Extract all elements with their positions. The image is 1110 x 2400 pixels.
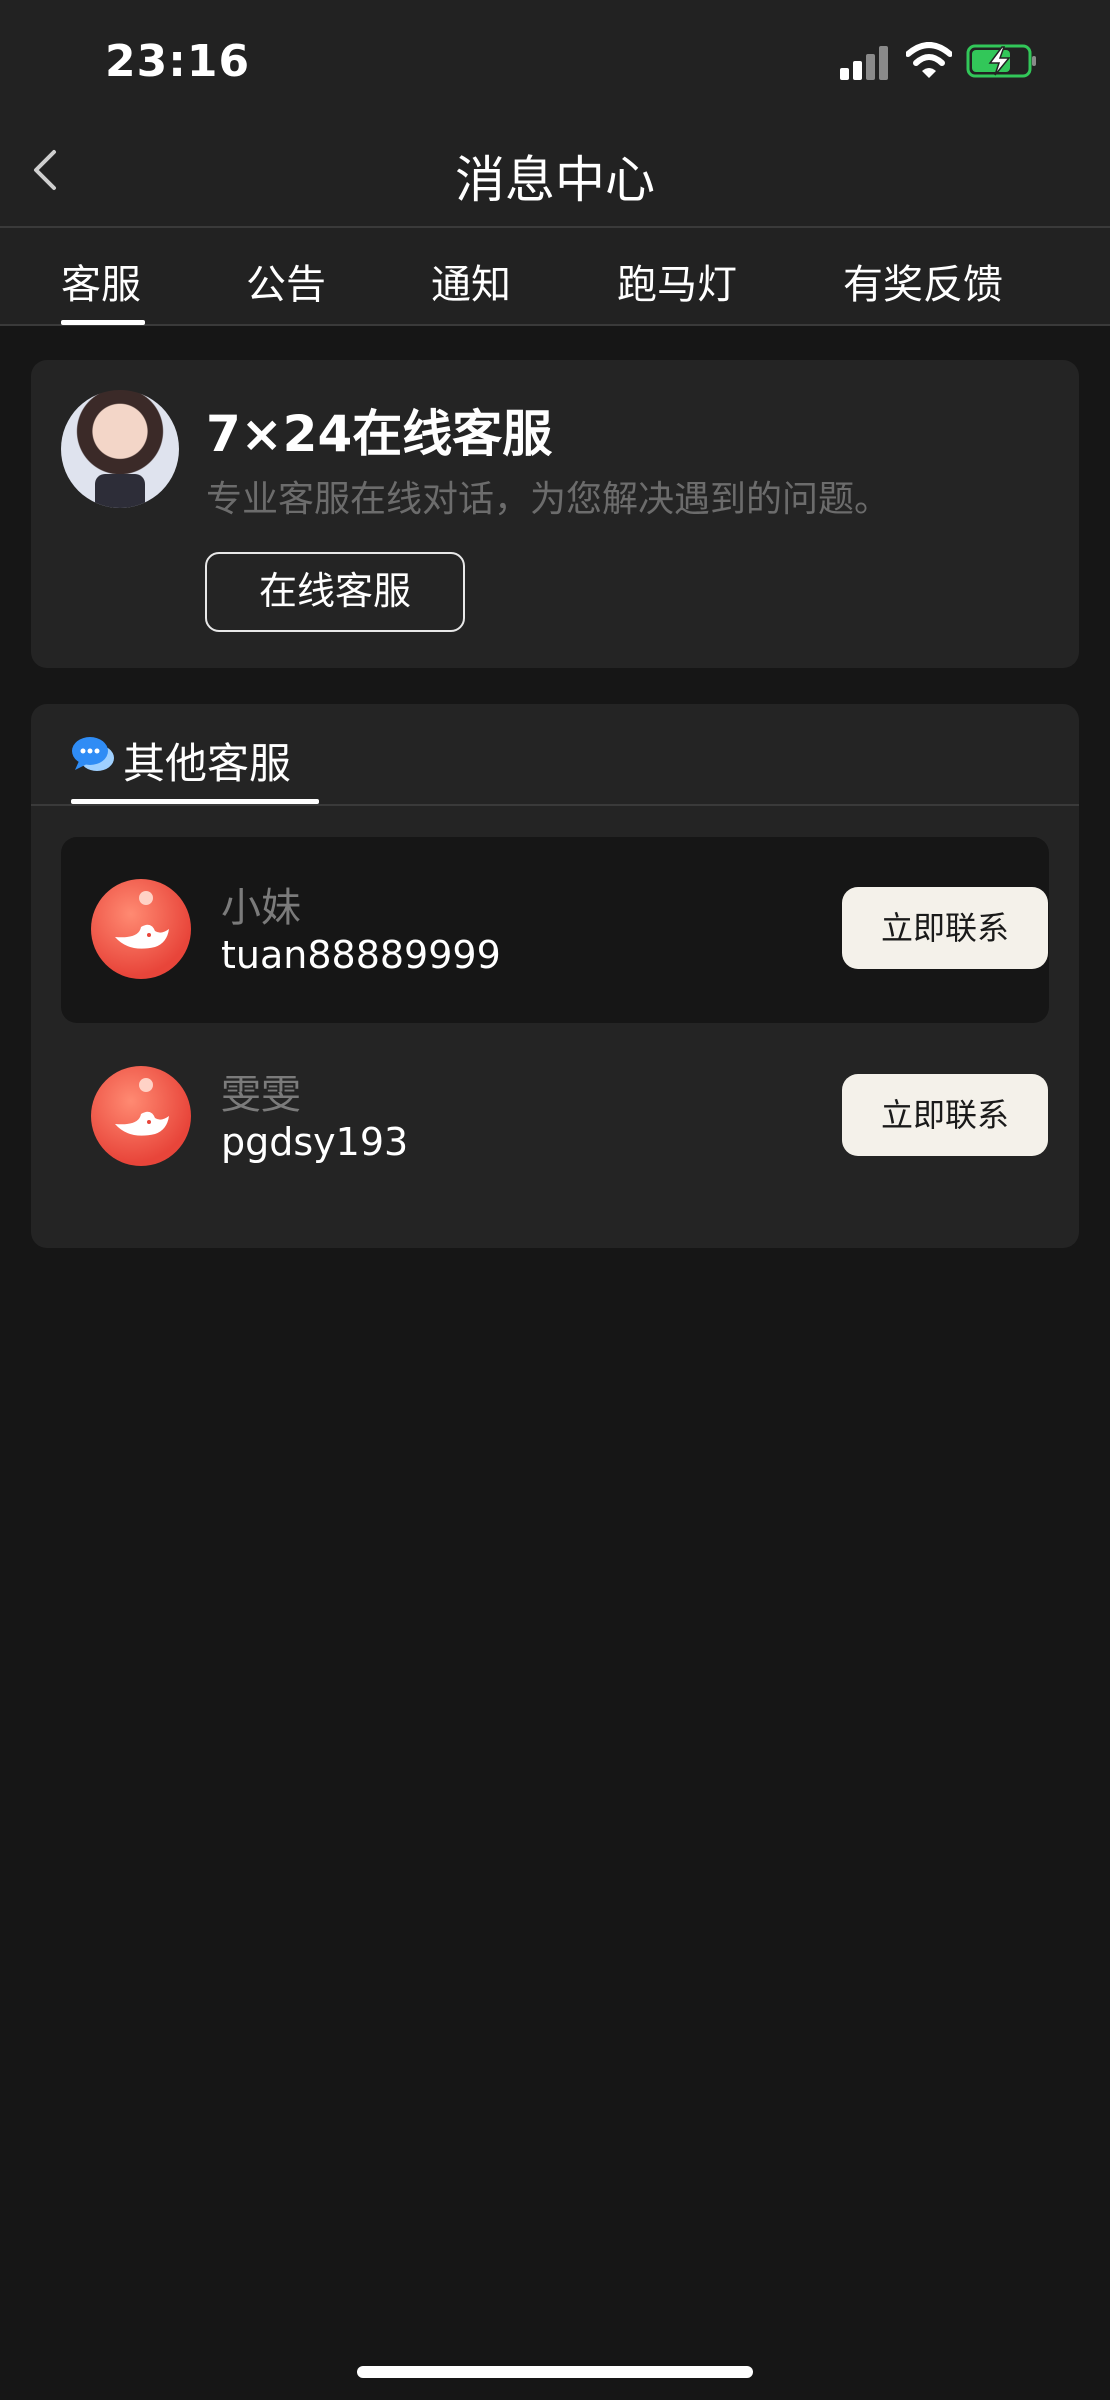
contact-now-button[interactable]: 立即联系 <box>842 1074 1048 1156</box>
tab-reward-feedback[interactable]: 有奖反馈 <box>843 252 1003 310</box>
wifi-icon <box>906 42 952 78</box>
contact-name: 雯雯 <box>221 1072 301 1118</box>
tab-bar: 客服 公告 通知 跑马灯 有奖反馈 <box>0 226 1110 326</box>
home-indicator <box>357 2366 753 2378</box>
battery-charging-icon <box>966 44 1036 78</box>
online-service-button[interactable]: 在线客服 <box>205 552 465 632</box>
whale-logo-icon <box>115 1111 169 1136</box>
other-service-header: 其他客服 <box>31 704 1079 806</box>
status-time: 23:16 <box>105 36 251 87</box>
contact-account: pgdsy193 <box>221 1120 409 1164</box>
cellular-signal-icon <box>840 46 890 80</box>
tab-notifications[interactable]: 通知 <box>431 252 511 310</box>
nav-header: 消息中心 <box>0 120 1110 226</box>
message-center-screen: 23:16 消息中心 客服 公告 通知 跑马灯 有奖反馈 7×24在线客服 专业… <box>0 0 1110 2400</box>
other-service-title: 其他客服 <box>123 739 292 788</box>
contact-row: 小妹 tuan88889999 立即联系 <box>61 837 1049 1023</box>
contact-account: tuan88889999 <box>221 933 501 977</box>
page-title: 消息中心 <box>455 151 655 209</box>
contact-row: 雯雯 pgdsy193 立即联系 <box>61 1024 1049 1210</box>
service-agent-avatar <box>61 390 179 508</box>
contact-name: 小妹 <box>221 885 301 931</box>
online-service-description: 专业客服在线对话，为您解决遇到的问题。 <box>206 479 891 520</box>
online-service-card: 7×24在线客服 专业客服在线对话，为您解决遇到的问题。 在线客服 <box>31 360 1079 668</box>
tab-announcements[interactable]: 公告 <box>246 252 326 310</box>
chat-bubble-icon <box>72 737 114 771</box>
section-underline <box>71 799 319 804</box>
contact-now-button[interactable]: 立即联系 <box>842 887 1048 969</box>
active-tab-indicator <box>61 320 145 325</box>
tab-customer-service[interactable]: 客服 <box>61 252 141 310</box>
online-service-title: 7×24在线客服 <box>206 405 553 463</box>
status-bar: 23:16 <box>0 0 1110 120</box>
contact-avatar <box>91 1066 191 1166</box>
other-service-card: 其他客服 小妹 tuan88889999 立即联系 雯雯 pgdsy193 立即… <box>31 704 1079 1248</box>
tab-marquee[interactable]: 跑马灯 <box>617 252 737 310</box>
whale-logo-icon <box>115 924 169 949</box>
contact-avatar <box>91 879 191 979</box>
